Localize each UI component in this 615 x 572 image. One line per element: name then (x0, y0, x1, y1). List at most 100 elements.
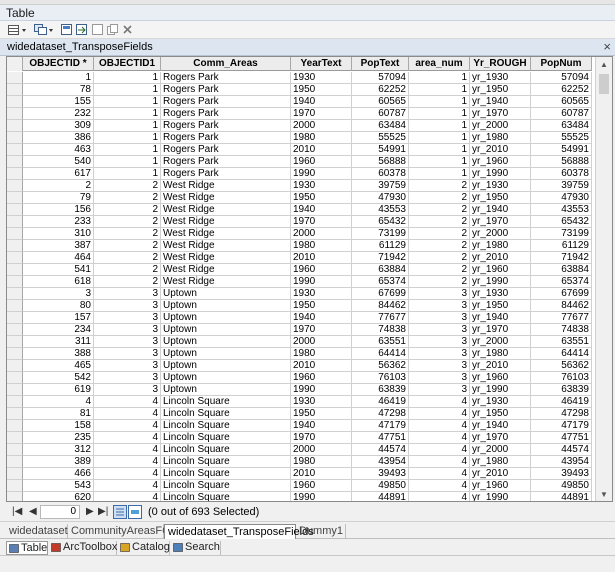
table-row[interactable]: 4 4 Lincoln Square 1930 46419 4 yr_1930 46419 (7, 396, 592, 408)
cell-area-num[interactable]: 1 (409, 84, 470, 96)
cell-poptext[interactable]: 55525 (352, 132, 409, 144)
cell-yr-rough[interactable]: yr_1960 (470, 156, 531, 168)
cell-comm-areas[interactable]: Lincoln Square (161, 492, 291, 501)
table-row[interactable]: 235 4 Lincoln Square 1970 47751 4 yr_1970 47751 (7, 432, 592, 444)
cell-popnum[interactable]: 73199 (531, 228, 592, 240)
row-selector[interactable] (7, 372, 23, 384)
cell-poptext[interactable]: 73199 (352, 228, 409, 240)
cell-objectid1[interactable]: 1 (94, 168, 161, 180)
cell-objectid[interactable]: 388 (23, 348, 94, 360)
cell-area-num[interactable]: 1 (409, 96, 470, 108)
column-header-popnum[interactable]: PopNum (531, 57, 592, 71)
cell-comm-areas[interactable]: Rogers Park (161, 96, 291, 108)
cell-yr-rough[interactable]: yr_1930 (470, 72, 531, 84)
table-row[interactable]: 81 4 Lincoln Square 1950 47298 4 yr_1950 47298 (7, 408, 592, 420)
cell-comm-areas[interactable]: West Ridge (161, 252, 291, 264)
cell-yeartext[interactable]: 2010 (291, 144, 352, 156)
cell-comm-areas[interactable]: Rogers Park (161, 120, 291, 132)
cell-popnum[interactable]: 71942 (531, 252, 592, 264)
cell-comm-areas[interactable]: Uptown (161, 372, 291, 384)
cell-yeartext[interactable]: 1940 (291, 420, 352, 432)
cell-objectid[interactable]: 465 (23, 360, 94, 372)
cell-comm-areas[interactable]: West Ridge (161, 240, 291, 252)
row-selector[interactable] (7, 168, 23, 180)
table-row[interactable]: 234 3 Uptown 1970 74838 3 yr_1970 74838 (7, 324, 592, 336)
cell-area-num[interactable]: 4 (409, 408, 470, 420)
cell-poptext[interactable]: 49850 (352, 480, 409, 492)
cell-objectid[interactable]: 618 (23, 276, 94, 288)
cell-comm-areas[interactable]: Lincoln Square (161, 420, 291, 432)
cell-comm-areas[interactable]: Rogers Park (161, 144, 291, 156)
cell-yr-rough[interactable]: yr_1960 (470, 372, 531, 384)
cell-objectid[interactable]: 1 (23, 72, 94, 84)
cell-objectid1[interactable]: 1 (94, 156, 161, 168)
cell-area-num[interactable]: 1 (409, 156, 470, 168)
row-selector[interactable] (7, 360, 23, 372)
cell-area-num[interactable]: 1 (409, 108, 470, 120)
cell-comm-areas[interactable]: Uptown (161, 360, 291, 372)
cell-poptext[interactable]: 65374 (352, 276, 409, 288)
cell-objectid[interactable]: 466 (23, 468, 94, 480)
cell-yeartext[interactable]: 1960 (291, 264, 352, 276)
row-selector[interactable] (7, 192, 23, 204)
cell-yr-rough[interactable]: yr_1930 (470, 180, 531, 192)
row-selector[interactable] (7, 288, 23, 300)
cell-yeartext[interactable]: 1990 (291, 384, 352, 396)
table-row[interactable]: 2 2 West Ridge 1930 39759 2 yr_1930 39759 (7, 180, 592, 192)
row-selector[interactable] (7, 492, 23, 501)
cell-objectid1[interactable]: 4 (94, 408, 161, 420)
table-row[interactable]: 617 1 Rogers Park 1990 60378 1 yr_1990 60378 (7, 168, 592, 180)
cell-yr-rough[interactable]: yr_1970 (470, 216, 531, 228)
table-row[interactable]: 618 2 West Ridge 1990 65374 2 yr_1990 65374 (7, 276, 592, 288)
cell-area-num[interactable]: 3 (409, 336, 470, 348)
cell-objectid[interactable]: 541 (23, 264, 94, 276)
cell-yeartext[interactable]: 1980 (291, 456, 352, 468)
previous-record-icon[interactable]: ◀ (29, 506, 37, 517)
cell-comm-areas[interactable]: Uptown (161, 324, 291, 336)
cell-comm-areas[interactable]: Rogers Park (161, 108, 291, 120)
cell-objectid[interactable]: 463 (23, 144, 94, 156)
row-selector[interactable] (7, 468, 23, 480)
cell-poptext[interactable]: 64414 (352, 348, 409, 360)
cell-yeartext[interactable]: 2000 (291, 228, 352, 240)
switch-selection-icon[interactable] (76, 24, 88, 36)
cell-popnum[interactable]: 39759 (531, 180, 592, 192)
cell-popnum[interactable]: 56362 (531, 360, 592, 372)
column-header-poptext[interactable]: PopText (352, 57, 409, 71)
cell-objectid[interactable]: 79 (23, 192, 94, 204)
cell-objectid1[interactable]: 2 (94, 216, 161, 228)
cell-popnum[interactable]: 77677 (531, 312, 592, 324)
cell-comm-areas[interactable]: Lincoln Square (161, 468, 291, 480)
record-number-input[interactable]: 0 (40, 505, 80, 519)
cell-popnum[interactable]: 76103 (531, 372, 592, 384)
cell-yeartext[interactable]: 1970 (291, 324, 352, 336)
cell-objectid1[interactable]: 4 (94, 468, 161, 480)
cell-poptext[interactable]: 54991 (352, 144, 409, 156)
cell-yeartext[interactable]: 1940 (291, 96, 352, 108)
row-selector[interactable] (7, 84, 23, 96)
cell-area-num[interactable]: 2 (409, 240, 470, 252)
table-row[interactable]: 157 3 Uptown 1940 77677 3 yr_1940 77677 (7, 312, 592, 324)
table-row[interactable]: 466 4 Lincoln Square 2010 39493 4 yr_2010 39493 (7, 468, 592, 480)
row-selector[interactable] (7, 228, 23, 240)
cell-popnum[interactable]: 63884 (531, 264, 592, 276)
cell-area-num[interactable]: 3 (409, 360, 470, 372)
cell-poptext[interactable]: 84462 (352, 300, 409, 312)
cell-poptext[interactable]: 44574 (352, 444, 409, 456)
cell-area-num[interactable]: 2 (409, 180, 470, 192)
cell-poptext[interactable]: 77677 (352, 312, 409, 324)
cell-objectid[interactable]: 235 (23, 432, 94, 444)
table-row[interactable]: 155 1 Rogers Park 1940 60565 1 yr_1940 60565 (7, 96, 592, 108)
row-selector[interactable] (7, 348, 23, 360)
cell-objectid[interactable]: 157 (23, 312, 94, 324)
table-row[interactable]: 79 2 West Ridge 1950 47930 2 yr_1950 47930 (7, 192, 592, 204)
table-row[interactable]: 78 1 Rogers Park 1950 62252 1 yr_1950 62252 (7, 84, 592, 96)
table-row[interactable]: 232 1 Rogers Park 1970 60787 1 yr_1970 60787 (7, 108, 592, 120)
cell-area-num[interactable]: 3 (409, 348, 470, 360)
cell-yr-rough[interactable]: yr_1950 (470, 408, 531, 420)
cell-yr-rough[interactable]: yr_2010 (470, 468, 531, 480)
cell-area-num[interactable]: 4 (409, 396, 470, 408)
scroll-up-icon[interactable]: ▲ (596, 57, 612, 73)
cell-yeartext[interactable]: 1980 (291, 240, 352, 252)
show-selected-records-icon[interactable] (128, 505, 142, 519)
